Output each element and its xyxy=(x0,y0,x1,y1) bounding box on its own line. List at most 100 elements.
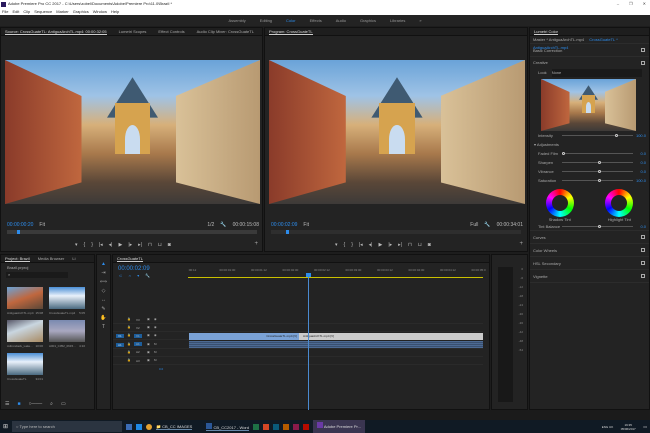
adjust-value[interactable]: 0.0 xyxy=(640,149,646,158)
program-fit-dropdown[interactable]: Fit xyxy=(303,222,309,228)
track-label[interactable]: V2 xyxy=(134,326,142,330)
track-select-icon[interactable]: ⇥ xyxy=(101,270,105,276)
playhead[interactable] xyxy=(286,230,289,234)
color-wheels-checkbox[interactable] xyxy=(641,248,645,252)
toggle-output-icon[interactable]: ▣ xyxy=(147,325,150,329)
slider-knob[interactable] xyxy=(597,169,601,173)
illustrator-icon[interactable] xyxy=(282,423,289,430)
track-label[interactable]: V1 xyxy=(134,333,142,338)
section-color-wheels[interactable]: Color Wheels xyxy=(533,248,557,253)
tab-lumetri-scopes[interactable]: Lumetri Scopes xyxy=(119,28,147,35)
tab-audio-clip-mixer[interactable]: Audio Clip Mixer: CrossGuateTL xyxy=(197,28,254,35)
go-to-out-icon[interactable]: ▸| xyxy=(138,242,142,248)
toggle-output-icon[interactable]: ▣ xyxy=(147,333,150,337)
workspace-graphics[interactable]: Graphics xyxy=(360,15,376,26)
chrome-icon[interactable] xyxy=(146,423,153,430)
mail-icon[interactable] xyxy=(126,423,133,430)
project-item[interactable]: Adirondack_Lake... 10:00 xyxy=(7,320,43,348)
add-button-icon[interactable]: + xyxy=(254,241,258,247)
source-fit-dropdown[interactable]: Fit xyxy=(39,222,45,228)
section-curves[interactable]: Curves xyxy=(533,235,546,240)
hsl-checkbox[interactable] xyxy=(641,261,645,265)
adjust-value[interactable]: 100.0 xyxy=(636,176,646,185)
menu-marker[interactable]: Marker xyxy=(56,8,68,15)
work-area-bar[interactable] xyxy=(188,277,483,278)
source-scrubber[interactable] xyxy=(7,230,257,234)
intensity-slider[interactable] xyxy=(562,133,633,137)
workspace-assembly[interactable]: Assembly xyxy=(228,15,245,26)
track-label[interactable]: V3 xyxy=(134,318,142,322)
excel-icon[interactable] xyxy=(252,423,259,430)
eye-icon[interactable]: ◉ xyxy=(154,317,157,321)
ripple-edit-icon[interactable]: ⟺ xyxy=(100,279,107,285)
section-basic-correction[interactable]: Basic Correction xyxy=(533,48,562,53)
clock[interactable]: 19:35 05/06/2017 xyxy=(617,423,639,431)
close-button[interactable]: ✕ xyxy=(643,0,646,8)
razor-icon[interactable]: ◇ xyxy=(102,288,106,294)
maximize-button[interactable]: ❐ xyxy=(629,0,633,8)
windows-start-icon[interactable]: ⊞ xyxy=(3,423,8,430)
step-back-icon[interactable]: ◂| xyxy=(109,242,113,248)
eye-icon[interactable]: ◉ xyxy=(154,325,157,329)
tab-sequence[interactable]: CrossGuateTL xyxy=(117,255,144,262)
slider-knob[interactable] xyxy=(597,160,601,164)
go-to-out-icon[interactable]: ▸| xyxy=(398,242,402,248)
section-vignette[interactable]: Vignette xyxy=(533,274,548,279)
mark-in-icon[interactable]: { xyxy=(344,242,346,248)
insert-icon[interactable]: ⊓ xyxy=(148,242,152,248)
adjust-value[interactable]: 0.0 xyxy=(640,158,646,167)
language-indicator[interactable]: ENG UK xyxy=(602,425,614,429)
mark-out-icon[interactable]: } xyxy=(91,242,93,248)
vignette-checkbox[interactable] xyxy=(641,274,645,278)
adjust-slider[interactable] xyxy=(562,160,633,164)
clip-antigua-video[interactable]: AntiguaArchTL.mp4 [V] xyxy=(299,333,483,340)
tab-program[interactable]: Program: CrossGuateTL xyxy=(269,28,313,35)
curves-checkbox[interactable] xyxy=(641,235,645,239)
program-scrubber[interactable] xyxy=(271,230,521,234)
lock-icon[interactable]: 🔒 xyxy=(127,333,131,337)
adjust-slider[interactable] xyxy=(562,178,633,182)
step-forward-icon[interactable]: |▸ xyxy=(388,242,392,248)
go-to-in-icon[interactable]: |◂ xyxy=(99,242,103,248)
add-button-icon[interactable]: + xyxy=(519,241,523,247)
adjust-slider[interactable] xyxy=(562,169,633,173)
tab-libraries[interactable]: Li xyxy=(72,255,75,262)
linked-icon[interactable]: ∩ xyxy=(128,273,131,278)
play-icon[interactable]: ▶ xyxy=(118,242,122,248)
wrench-icon[interactable]: 🔧 xyxy=(220,222,226,228)
section-creative[interactable]: Creative xyxy=(533,60,548,65)
project-item[interactable]: CrossGuateTL 34:01 xyxy=(7,353,43,381)
taskbar-premiere[interactable]: Adobe Premiere Pr... xyxy=(312,420,366,433)
lock-icon[interactable]: 🔒 xyxy=(127,350,131,354)
menu-graphics[interactable]: Graphics xyxy=(73,8,89,15)
timeline-timecode[interactable]: 00:00:02:09 xyxy=(118,266,150,272)
audio-clip-a1[interactable] xyxy=(189,341,483,348)
tab-lumetri-color[interactable]: Lumetri Color xyxy=(534,28,559,35)
clip-crossguate-video[interactable]: CrossGuateTL.mp4 [V] xyxy=(189,333,299,340)
more-workspaces-icon[interactable]: » xyxy=(419,15,421,26)
program-resolution-dropdown[interactable]: Full xyxy=(470,222,478,228)
project-item[interactable]: A001_C052_0615... 4:10 xyxy=(49,320,85,348)
lock-icon[interactable]: 🔒 xyxy=(127,325,131,329)
settings-icon[interactable]: 🔧 xyxy=(145,273,150,278)
shadow-tint-wheel[interactable] xyxy=(545,189,574,217)
selection-tool-icon[interactable]: ▲ xyxy=(101,261,106,267)
extract-icon[interactable]: ⊔ xyxy=(418,242,422,248)
type-icon[interactable]: T xyxy=(102,324,105,330)
marker-icon[interactable]: ▾ xyxy=(75,242,78,248)
source-patch[interactable]: A1 xyxy=(116,342,124,347)
highlight-tint-wheel[interactable] xyxy=(605,189,634,217)
workspace-audio[interactable]: Audio xyxy=(336,15,346,26)
play-icon[interactable]: ▶ xyxy=(378,242,382,248)
pen-icon[interactable]: ✎ xyxy=(101,306,105,312)
section-hsl-secondary[interactable]: HSL Secondary xyxy=(533,261,561,266)
edge-icon[interactable] xyxy=(136,423,143,430)
menu-edit[interactable]: Edit xyxy=(12,8,19,15)
workspace-editing[interactable]: Editing xyxy=(260,15,272,26)
mute-icon[interactable]: M xyxy=(154,358,157,362)
intensity-value[interactable]: 100.0 xyxy=(636,131,646,141)
menu-file[interactable]: File xyxy=(2,8,8,15)
workspace-effects[interactable]: Effects xyxy=(310,15,322,26)
track-label[interactable]: A3 xyxy=(134,359,142,363)
wrench-icon[interactable]: 🔧 xyxy=(484,222,490,228)
